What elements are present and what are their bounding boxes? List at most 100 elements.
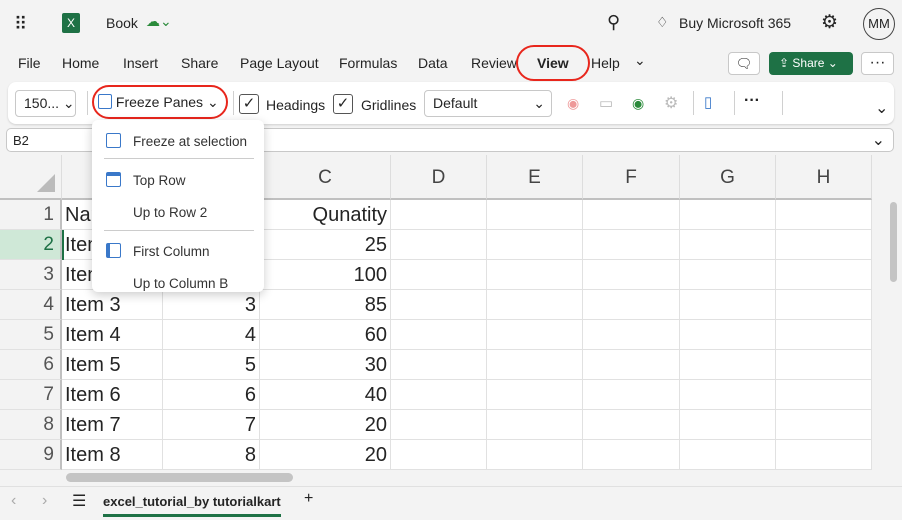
cell-D8[interactable] <box>391 410 487 440</box>
horizontal-scrollbar[interactable] <box>66 473 293 482</box>
row-header-4[interactable]: 4 <box>0 290 62 320</box>
cell-C1[interactable]: Qunatity <box>260 200 391 230</box>
menu-item-top-row[interactable]: Top Row <box>133 173 186 188</box>
cell-E7[interactable] <box>487 380 583 410</box>
cell-G1[interactable] <box>680 200 776 230</box>
cell-H9[interactable] <box>776 440 872 470</box>
cell-E1[interactable] <box>487 200 583 230</box>
cell-F2[interactable] <box>583 230 680 260</box>
cell-A8[interactable]: Item 7 <box>62 410 163 440</box>
cell-G2[interactable] <box>680 230 776 260</box>
cell-G6[interactable] <box>680 350 776 380</box>
cell-G9[interactable] <box>680 440 776 470</box>
more-options-button[interactable]: ··· <box>861 52 894 75</box>
column-header-h[interactable]: H <box>776 155 872 200</box>
cell-D2[interactable] <box>391 230 487 260</box>
comments-button[interactable]: 🗨 <box>728 52 760 75</box>
cell-B7[interactable]: 6 <box>163 380 260 410</box>
column-header-g[interactable]: G <box>680 155 776 200</box>
tab-formulas[interactable]: Formulas <box>339 55 397 71</box>
all-sheets-icon[interactable]: ☰ <box>72 491 86 511</box>
cell-C8[interactable]: 20 <box>260 410 391 440</box>
cell-H8[interactable] <box>776 410 872 440</box>
cell-B5[interactable]: 4 <box>163 320 260 350</box>
cell-B6[interactable]: 5 <box>163 350 260 380</box>
cell-E3[interactable] <box>487 260 583 290</box>
cell-D5[interactable] <box>391 320 487 350</box>
exit-view-icon[interactable]: ◉ <box>567 95 579 112</box>
cell-D9[interactable] <box>391 440 487 470</box>
row-header-2[interactable]: 2 <box>0 230 62 260</box>
cell-C7[interactable]: 40 <box>260 380 391 410</box>
more-commands-icon[interactable]: ··· <box>744 92 760 110</box>
row-header-3[interactable]: 3 <box>0 260 62 290</box>
column-header-f[interactable]: F <box>583 155 680 200</box>
menu-item-up-to-row-2[interactable]: Up to Row 2 <box>133 205 207 220</box>
cell-E8[interactable] <box>487 410 583 440</box>
share-button[interactable]: ⇪ Share ⌄ <box>769 52 853 75</box>
cell-H4[interactable] <box>776 290 872 320</box>
row-header-5[interactable]: 5 <box>0 320 62 350</box>
cell-A4[interactable]: Item 3 <box>62 290 163 320</box>
cell-E6[interactable] <box>487 350 583 380</box>
cell-F4[interactable] <box>583 290 680 320</box>
cell-E2[interactable] <box>487 230 583 260</box>
cell-C2[interactable]: 25 <box>260 230 391 260</box>
tab-home[interactable]: Home <box>62 55 99 71</box>
document-title[interactable]: Book <box>106 15 138 31</box>
cell-A9[interactable]: Item 8 <box>62 440 163 470</box>
cell-H1[interactable] <box>776 200 872 230</box>
row-header-6[interactable]: 6 <box>0 350 62 380</box>
tab-insert[interactable]: Insert <box>123 55 158 71</box>
cell-H6[interactable] <box>776 350 872 380</box>
tab-review[interactable]: Review <box>471 55 517 71</box>
app-launcher-icon[interactable]: ⠿ <box>14 14 27 35</box>
gridlines-checkbox[interactable]: ✓ <box>333 94 353 114</box>
avatar[interactable]: MM <box>863 8 895 40</box>
cell-G7[interactable] <box>680 380 776 410</box>
view-options-icon[interactable]: ⚙ <box>664 93 678 113</box>
tab-data[interactable]: Data <box>418 55 448 71</box>
cell-F8[interactable] <box>583 410 680 440</box>
cell-G5[interactable] <box>680 320 776 350</box>
row-header-7[interactable]: 7 <box>0 380 62 410</box>
menu-item-up-to-column-b[interactable]: Up to Column B <box>133 276 228 291</box>
cell-D6[interactable] <box>391 350 487 380</box>
menu-item-first-column[interactable]: First Column <box>133 244 210 259</box>
cell-C6[interactable]: 30 <box>260 350 391 380</box>
cell-C9[interactable]: 20 <box>260 440 391 470</box>
cell-D7[interactable] <box>391 380 487 410</box>
headings-checkbox[interactable]: ✓ <box>239 94 259 114</box>
settings-icon[interactable]: ⚙ <box>821 11 838 34</box>
row-header-1[interactable]: 1 <box>0 200 62 230</box>
cell-C5[interactable]: 60 <box>260 320 391 350</box>
column-header-c[interactable]: C <box>260 155 391 200</box>
tab-file[interactable]: File <box>18 55 41 71</box>
cell-A7[interactable]: Item 6 <box>62 380 163 410</box>
new-view-icon[interactable]: ◉ <box>632 95 644 112</box>
add-sheet-icon[interactable]: + <box>304 490 313 508</box>
row-header-9[interactable]: 9 <box>0 440 62 470</box>
cell-G8[interactable] <box>680 410 776 440</box>
expand-ribbon-icon[interactable]: ⌄ <box>875 98 888 118</box>
cloud-saved-icon[interactable]: ☁⌄ <box>146 13 172 30</box>
immersive-reader-icon[interactable]: ▯ <box>704 93 712 111</box>
column-header-d[interactable]: D <box>391 155 487 200</box>
select-all-corner[interactable] <box>0 155 62 200</box>
cell-F3[interactable] <box>583 260 680 290</box>
cell-E4[interactable] <box>487 290 583 320</box>
cell-F7[interactable] <box>583 380 680 410</box>
next-sheet-icon[interactable]: › <box>42 492 47 510</box>
cell-H3[interactable] <box>776 260 872 290</box>
tab-page-layout[interactable]: Page Layout <box>240 55 319 71</box>
cell-D1[interactable] <box>391 200 487 230</box>
cell-D3[interactable] <box>391 260 487 290</box>
tab-help[interactable]: Help <box>591 55 620 71</box>
formula-expand-icon[interactable]: ⌄ <box>872 130 885 150</box>
more-tabs-chevron-icon[interactable]: ⌄ <box>634 52 646 69</box>
column-header-e[interactable]: E <box>487 155 583 200</box>
cell-A6[interactable]: Item 5 <box>62 350 163 380</box>
cell-F5[interactable] <box>583 320 680 350</box>
buy-microsoft-365-link[interactable]: Buy Microsoft 365 <box>679 15 791 31</box>
sheet-tab[interactable]: excel_tutorial_by tutorialkart <box>103 494 281 517</box>
